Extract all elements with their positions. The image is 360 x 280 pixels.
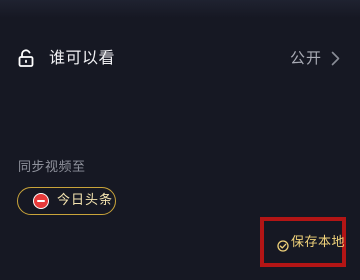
top-shadow bbox=[0, 0, 360, 18]
chevron-right-icon bbox=[331, 51, 340, 66]
privacy-value: 公开 bbox=[289, 49, 322, 67]
sync-toutiao-button[interactable]: 今日头条 bbox=[17, 187, 116, 215]
save-local-label: 保存本地 bbox=[291, 235, 346, 250]
save-local-toggle[interactable]: 保存本地 bbox=[260, 217, 346, 267]
sync-section-label: 同步视频至 bbox=[18, 160, 86, 175]
toutiao-logo-icon bbox=[33, 193, 49, 209]
check-circle-icon bbox=[277, 237, 289, 252]
privacy-setting-row[interactable]: 谁可以看 公开 bbox=[0, 36, 360, 80]
privacy-label: 谁可以看 bbox=[49, 48, 116, 67]
sync-target-label: 今日头条 bbox=[57, 193, 114, 208]
unlock-icon bbox=[17, 49, 35, 67]
